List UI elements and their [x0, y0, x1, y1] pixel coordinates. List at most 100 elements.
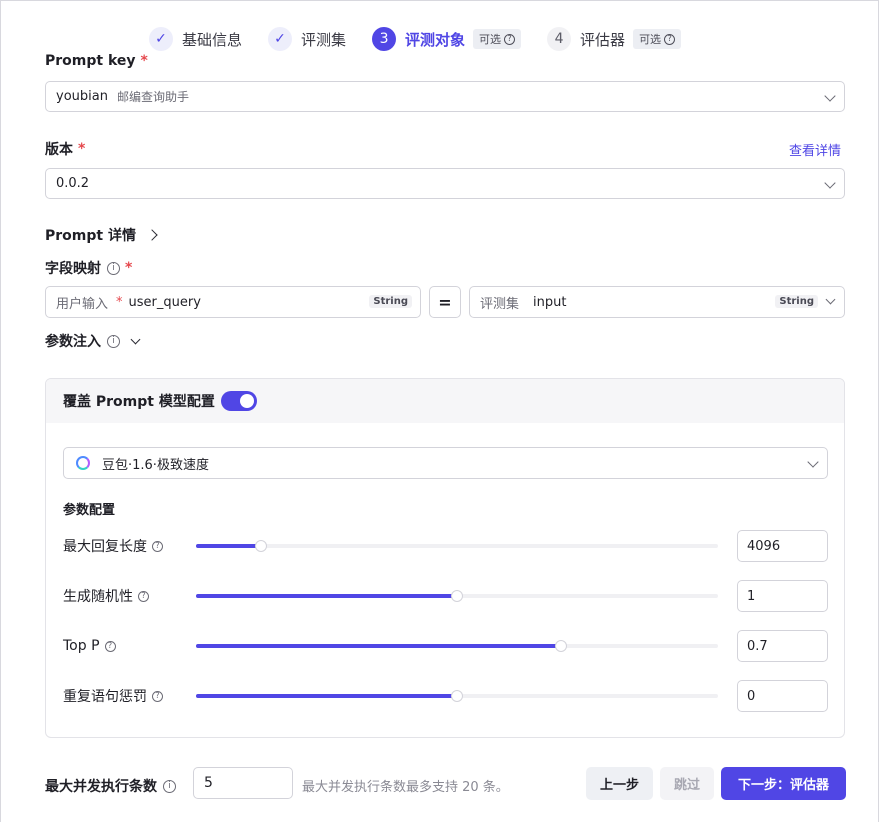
field-mapping-label: 字段映射 i *: [45, 258, 132, 278]
help-icon[interactable]: ?: [152, 690, 163, 702]
param-label: 最大回复长度?: [63, 536, 196, 556]
slider-handle[interactable]: [452, 591, 462, 601]
optional-badge: 可选 ?: [633, 29, 682, 49]
concurrency-hint: 最大并发执行条数最多支持 20 条。: [302, 780, 509, 795]
params-title: 参数配置: [63, 503, 116, 518]
param-label-text: 生成随机性: [63, 589, 133, 605]
stepper: ✓ 基础信息 ✓ 评测集 3 评测对象 可选 ? 4 评估器 可选 ?: [149, 25, 707, 53]
skip-button[interactable]: 跳过: [660, 767, 714, 800]
field-prefix: 评测集: [480, 296, 520, 312]
label-text: 版本: [45, 142, 73, 158]
slider-fill: [196, 594, 457, 598]
footer-bar: 最大并发执行条数 i 5 最大并发执行条数最多支持 20 条。 上一步 跳过 下…: [1, 739, 878, 822]
help-icon: ?: [504, 33, 516, 45]
previous-step-button[interactable]: 上一步: [586, 767, 653, 800]
variable-name: user_query: [128, 294, 201, 310]
concurrency-input[interactable]: 5: [193, 767, 293, 799]
label-text: 最大并发执行条数: [45, 779, 157, 795]
repetition-penalty-input[interactable]: 0: [737, 680, 828, 712]
model-select[interactable]: 豆包·1.6·极致速度: [63, 447, 828, 479]
required-mark: *: [78, 141, 86, 157]
help-icon[interactable]: ?: [138, 590, 149, 602]
override-label: 覆盖 Prompt 模型配置: [63, 394, 215, 410]
chevron-down-icon: [824, 177, 836, 189]
step-number: 4: [547, 27, 572, 51]
required-mark: *: [140, 53, 148, 69]
type-tag: String: [369, 295, 412, 308]
step-basic-info[interactable]: ✓ 基础信息: [149, 27, 242, 51]
slider-fill: [196, 694, 457, 698]
prompt-key-description: 邮编查询助手: [116, 90, 189, 104]
slider-handle[interactable]: [452, 691, 462, 701]
info-icon[interactable]: i: [107, 261, 120, 275]
chevron-down-icon: [130, 334, 141, 344]
slider-handle[interactable]: [256, 541, 267, 551]
model-logo-icon: [76, 456, 90, 470]
slider-handle[interactable]: [556, 641, 567, 651]
optional-badge: 可选 ?: [473, 29, 522, 49]
param-label-text: 最大回复长度: [63, 539, 147, 555]
column-name: input: [533, 294, 567, 310]
eval-set-column-select[interactable]: 评测集 input String: [469, 286, 845, 318]
repetition-penalty-slider[interactable]: [196, 691, 718, 701]
param-label-text: 重复语句惩罚: [63, 689, 147, 705]
slider-fill: [196, 544, 262, 548]
panel-header: 覆盖 Prompt 模型配置: [46, 379, 844, 423]
step-eval-set[interactable]: ✓ 评测集: [268, 27, 346, 51]
param-row-temperature: 生成随机性? 1: [63, 580, 828, 612]
badge-text: 可选: [639, 33, 662, 46]
badge-text: 可选: [479, 33, 502, 46]
field-prefix: 用户输入: [56, 296, 109, 312]
param-row-top-p: Top P? 0.7: [63, 630, 828, 662]
label-text: Prompt key: [45, 53, 136, 69]
prompt-key-value: youbian: [56, 89, 108, 104]
prompt-variable-field: 用户输入 * user_query String: [45, 286, 421, 318]
top-p-slider[interactable]: [196, 641, 718, 651]
help-icon[interactable]: ?: [152, 540, 163, 552]
label-text: Prompt 详情: [45, 228, 136, 244]
temperature-input[interactable]: 1: [737, 580, 828, 612]
concurrency-label: 最大并发执行条数 i: [45, 776, 176, 796]
param-row-repetition-penalty: 重复语句惩罚? 0: [63, 680, 828, 712]
step-label: 评估器: [580, 30, 626, 49]
prompt-key-select[interactable]: youbian 邮编查询助手: [45, 81, 845, 112]
info-icon[interactable]: i: [107, 334, 120, 348]
override-toggle[interactable]: [220, 391, 257, 411]
evaluation-wizard-page: ✓ 基础信息 ✓ 评测集 3 评测对象 可选 ? 4 评估器 可选 ? Prom…: [0, 0, 879, 822]
step-number: 3: [372, 27, 397, 51]
label-text: 字段映射: [45, 261, 101, 277]
step-label: 评测对象: [405, 30, 466, 49]
label-text: 参数注入: [45, 334, 101, 350]
check-icon: ✓: [268, 27, 293, 51]
model-override-panel: 覆盖 Prompt 模型配置 豆包·1.6·极致速度 参数配置 最大回复长度? …: [45, 378, 845, 738]
param-label: 生成随机性?: [63, 586, 196, 606]
view-details-link[interactable]: 查看详情: [789, 140, 841, 159]
required-mark: *: [116, 294, 123, 310]
step-evaluator[interactable]: 4 评估器 可选 ?: [547, 27, 682, 51]
prompt-detail-toggle[interactable]: Prompt 详情: [45, 225, 158, 245]
max-tokens-input[interactable]: 4096: [737, 530, 828, 562]
max-tokens-slider[interactable]: [196, 541, 718, 551]
chevron-right-icon: [146, 229, 158, 241]
check-icon: ✓: [149, 27, 173, 51]
param-row-max-tokens: 最大回复长度? 4096: [63, 530, 828, 562]
type-tag: String: [775, 295, 818, 308]
next-step-button[interactable]: 下一步：评估器: [721, 767, 846, 800]
help-icon: ?: [664, 33, 676, 45]
required-mark: *: [125, 260, 133, 276]
step-eval-target[interactable]: 3 评测对象 可选 ?: [372, 27, 522, 51]
temperature-slider[interactable]: [196, 591, 718, 601]
step-label: 评测集: [301, 30, 347, 49]
version-select[interactable]: 0.0.2: [45, 168, 845, 199]
equals-operator: =: [429, 286, 461, 318]
info-icon[interactable]: i: [163, 779, 176, 793]
param-injection-toggle[interactable]: 参数注入 i: [45, 331, 141, 351]
chevron-down-icon: [824, 90, 836, 102]
param-label: Top P?: [63, 638, 196, 654]
top-p-input[interactable]: 0.7: [737, 630, 828, 662]
chevron-down-icon: [807, 456, 819, 468]
help-icon[interactable]: ?: [104, 640, 116, 652]
version-label: 版本 *: [45, 139, 85, 159]
param-label-text: Top P: [63, 638, 100, 654]
prompt-key-label: Prompt key *: [45, 53, 148, 69]
